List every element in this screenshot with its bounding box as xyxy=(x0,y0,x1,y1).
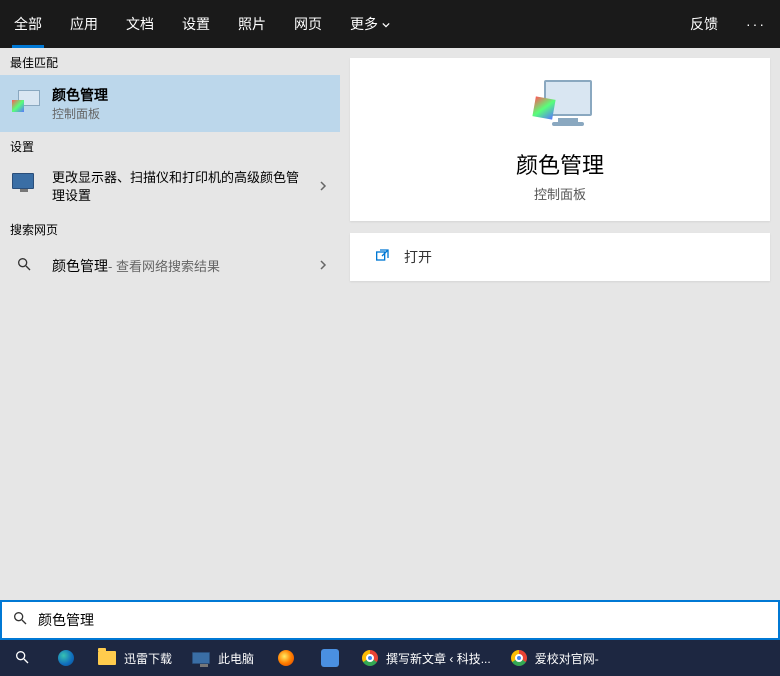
section-header-best-match: 最佳匹配 xyxy=(0,48,340,75)
taskbar-this-pc[interactable]: 此电脑 xyxy=(182,640,264,676)
result-advanced-color-settings[interactable]: 更改显示器、扫描仪和打印机的高级颜色管理设置 xyxy=(0,159,340,215)
detail-panel: 颜色管理 控制面板 打开 xyxy=(340,48,780,600)
result-suffix: - 查看网络搜索结果 xyxy=(108,256,220,275)
tab-more[interactable]: 更多 xyxy=(336,0,404,48)
chevron-down-icon xyxy=(382,16,390,32)
tab-web[interactable]: 网页 xyxy=(280,0,336,48)
firefox-icon xyxy=(278,650,294,666)
taskbar-label: 迅雷下载 xyxy=(124,650,172,667)
taskbar-chrome-aixiaodui[interactable]: 爱校对官网- xyxy=(501,640,609,676)
open-action[interactable]: 打开 xyxy=(350,233,770,281)
tab-label: 全部 xyxy=(14,14,42,34)
app-icon xyxy=(321,649,339,667)
search-icon xyxy=(14,649,30,668)
taskbar-edge[interactable] xyxy=(44,640,88,676)
open-label: 打开 xyxy=(404,247,432,267)
chevron-right-icon xyxy=(318,178,328,196)
taskbar-label: 此电脑 xyxy=(218,650,254,667)
taskbar-firefox[interactable] xyxy=(264,640,308,676)
section-header-web: 搜索网页 xyxy=(0,215,340,242)
monitor-icon xyxy=(12,173,40,201)
open-icon xyxy=(374,248,390,267)
tab-label: 文档 xyxy=(126,14,154,34)
search-icon xyxy=(12,610,28,631)
taskbar: 迅雷下载 此电脑 撰写新文章 ‹ 科技... 爱校对官网- xyxy=(0,640,780,676)
tab-all[interactable]: 全部 xyxy=(0,0,56,48)
feedback-button[interactable]: 反馈 xyxy=(676,14,732,34)
feedback-label: 反馈 xyxy=(690,16,718,32)
search-input[interactable] xyxy=(38,602,768,638)
tab-label: 更多 xyxy=(350,14,378,34)
taskbar-label: 爱校对官网- xyxy=(535,650,599,667)
result-title: 更改显示器、扫描仪和打印机的高级颜色管理设置 xyxy=(52,169,306,205)
taskbar-blue-app[interactable] xyxy=(308,640,352,676)
taskbar-label: 撰写新文章 ‹ 科技... xyxy=(386,650,491,667)
chrome-icon xyxy=(511,650,527,666)
detail-title: 颜色管理 xyxy=(516,148,604,180)
overflow-menu-button[interactable]: ··· xyxy=(732,16,780,32)
taskbar-explorer-xunlei[interactable]: 迅雷下载 xyxy=(88,640,182,676)
result-title: 颜色管理 xyxy=(52,256,108,276)
result-text: 更改显示器、扫描仪和打印机的高级颜色管理设置 xyxy=(52,169,306,205)
search-box[interactable] xyxy=(0,600,780,640)
result-best-match[interactable]: 颜色管理 控制面板 xyxy=(0,75,340,132)
result-text: 颜色管理 控制面板 xyxy=(52,85,108,122)
tab-label: 应用 xyxy=(70,14,98,34)
tab-label: 设置 xyxy=(182,14,210,34)
search-icon xyxy=(12,252,40,280)
color-management-icon xyxy=(528,80,592,136)
more-horizontal-icon: ··· xyxy=(746,16,766,32)
taskbar-chrome-article[interactable]: 撰写新文章 ‹ 科技... xyxy=(352,640,501,676)
color-management-icon xyxy=(12,90,40,118)
tab-settings[interactable]: 设置 xyxy=(168,0,224,48)
tab-apps[interactable]: 应用 xyxy=(56,0,112,48)
section-header-settings: 设置 xyxy=(0,132,340,159)
result-text: 颜色管理 - 查看网络搜索结果 xyxy=(52,256,220,276)
result-web-search[interactable]: 颜色管理 - 查看网络搜索结果 xyxy=(0,242,340,290)
tab-label: 照片 xyxy=(238,14,266,34)
tab-label: 网页 xyxy=(294,14,322,34)
detail-actions: 打开 xyxy=(350,233,770,281)
tab-documents[interactable]: 文档 xyxy=(112,0,168,48)
tab-photos[interactable]: 照片 xyxy=(224,0,280,48)
result-title: 颜色管理 xyxy=(52,85,108,105)
result-subtitle: 控制面板 xyxy=(52,105,108,122)
monitor-icon xyxy=(192,652,210,664)
start-search-button[interactable] xyxy=(0,640,44,676)
search-scope-tabs: 全部 应用 文档 设置 照片 网页 更多 反馈 ··· xyxy=(0,0,780,48)
folder-icon xyxy=(98,651,116,665)
detail-subtitle: 控制面板 xyxy=(534,184,586,203)
chrome-icon xyxy=(362,650,378,666)
edge-icon xyxy=(58,650,74,666)
search-results-panel: 最佳匹配 颜色管理 控制面板 设置 更改显示器、扫描仪和打印机的高级颜色管理设置… xyxy=(0,48,340,600)
detail-header-card: 颜色管理 控制面板 xyxy=(350,58,770,221)
chevron-right-icon xyxy=(318,257,328,275)
